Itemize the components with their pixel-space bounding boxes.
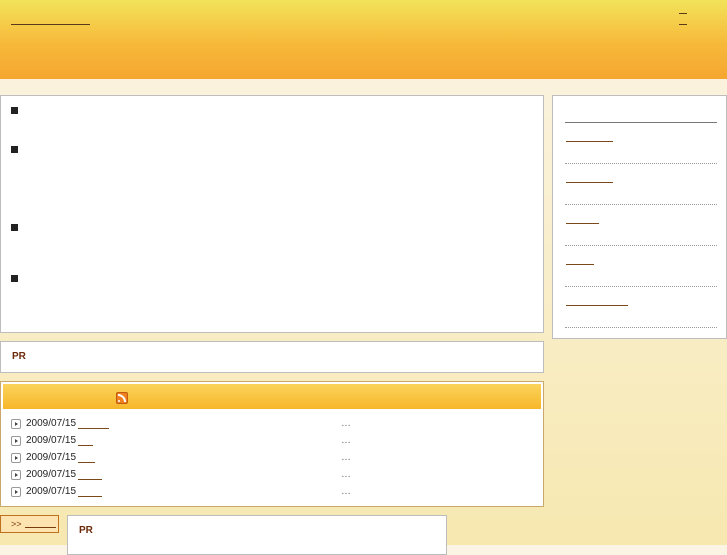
- news-ellipsis: …: [341, 435, 351, 446]
- sidebar-panel: [552, 95, 727, 339]
- news-header-bar: [3, 384, 541, 409]
- news-title-link[interactable]: [78, 496, 102, 497]
- news-date: 2009/07/15: [26, 435, 77, 446]
- play-bullet-icon: [11, 470, 21, 480]
- sidebar-item-1[interactable]: [566, 141, 613, 142]
- pr-label: PR: [12, 351, 26, 362]
- news-title-link[interactable]: [78, 428, 109, 429]
- news-date: 2009/07/15: [26, 452, 77, 463]
- main-content-panel: [0, 95, 544, 333]
- header-link-2[interactable]: [679, 24, 687, 25]
- more-prefix: >>: [11, 519, 22, 529]
- list-item: 2009/07/15 …: [11, 435, 531, 447]
- play-bullet-icon: [11, 436, 21, 446]
- sidebar-divider: [565, 327, 717, 328]
- bullet-square-icon: [11, 107, 18, 114]
- sidebar-item-3[interactable]: [566, 223, 599, 224]
- news-title-link[interactable]: [78, 479, 102, 480]
- list-item: 2009/07/15 …: [11, 469, 531, 481]
- news-title-link[interactable]: [78, 462, 95, 463]
- pr-panel: PR: [0, 341, 544, 373]
- news-date: 2009/07/15: [26, 486, 77, 497]
- sidebar-divider: [565, 163, 717, 164]
- list-item: 2009/07/15 …: [11, 452, 531, 464]
- news-panel: 2009/07/15 … 2009/07/15 … 2009/07/15 … 2…: [0, 381, 544, 507]
- play-bullet-icon: [11, 419, 21, 429]
- bullet-square-icon: [11, 146, 18, 153]
- sidebar-item-4[interactable]: [566, 264, 594, 265]
- sidebar-heading-rule: [565, 122, 717, 123]
- more-link[interactable]: [25, 527, 56, 528]
- pr-label: PR: [79, 525, 93, 536]
- play-bullet-icon: [11, 453, 21, 463]
- list-item: 2009/07/15 …: [11, 418, 531, 430]
- rss-icon[interactable]: [116, 392, 128, 404]
- site-title-link[interactable]: [11, 12, 90, 25]
- news-ellipsis: …: [341, 469, 351, 480]
- pr-panel-bottom: PR: [67, 515, 447, 555]
- sidebar-divider: [565, 286, 717, 287]
- site-header: [0, 0, 727, 79]
- news-ellipsis: …: [341, 452, 351, 463]
- bullet-square-icon: [11, 275, 18, 282]
- sidebar-item-5[interactable]: [566, 305, 628, 306]
- news-ellipsis: …: [341, 418, 351, 429]
- sidebar-divider: [565, 204, 717, 205]
- header-link-1[interactable]: [679, 13, 687, 14]
- sidebar-item-2[interactable]: [566, 182, 613, 183]
- play-bullet-icon: [11, 487, 21, 497]
- news-date: 2009/07/15: [26, 418, 77, 429]
- more-button[interactable]: >>: [0, 515, 59, 533]
- news-date: 2009/07/15: [26, 469, 77, 480]
- sidebar-divider: [565, 245, 717, 246]
- list-item: 2009/07/15 …: [11, 486, 531, 498]
- bullet-square-icon: [11, 224, 18, 231]
- news-title-link[interactable]: [78, 445, 93, 446]
- news-ellipsis: …: [341, 486, 351, 497]
